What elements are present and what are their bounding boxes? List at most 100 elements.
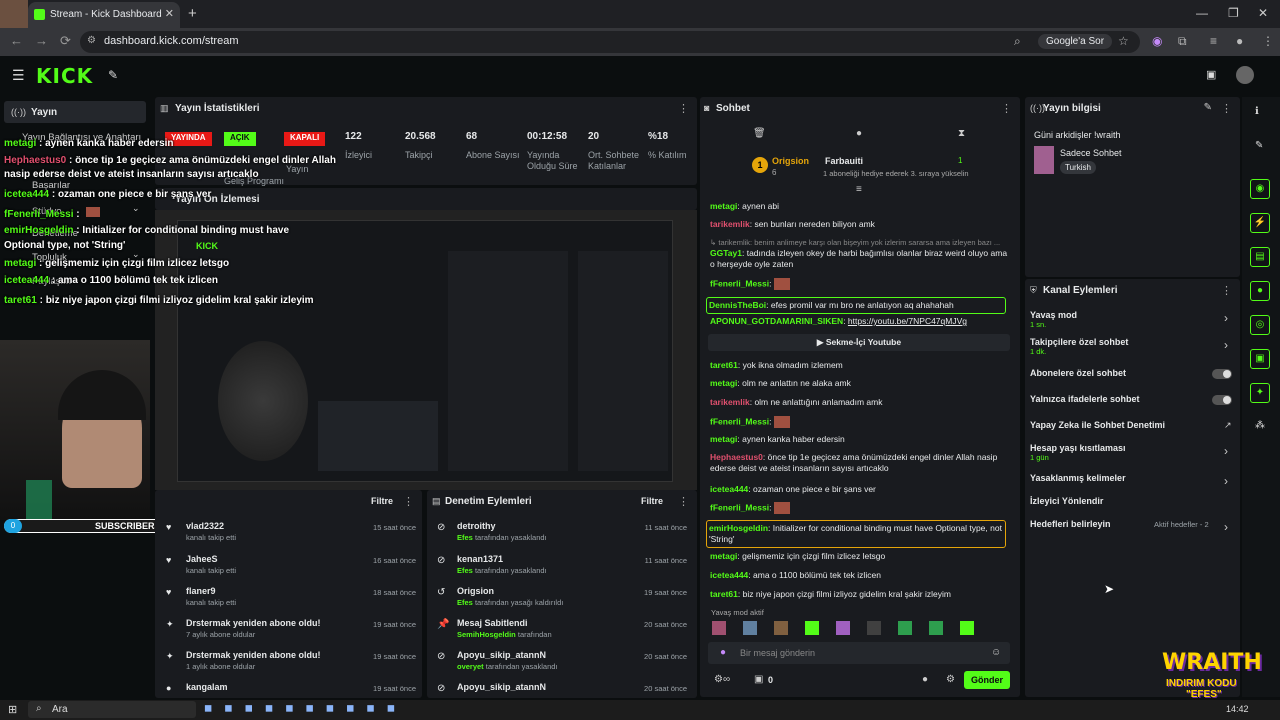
hourglass-icon[interactable]: ⧗ [958, 128, 965, 139]
send-button[interactable]: Gönder [964, 671, 1010, 689]
toggle-switch[interactable] [1212, 395, 1232, 405]
stat-label: Takipçi [405, 150, 433, 160]
toggle-switch[interactable] [1212, 369, 1232, 379]
rail-button-doc[interactable]: ▤ [1250, 247, 1270, 267]
stream-preview-video[interactable]: KICK [155, 210, 697, 490]
rail-button-chat[interactable]: ● [1250, 281, 1270, 301]
close-tab-icon[interactable]: ✕ [165, 7, 174, 20]
url-text[interactable]: dashboard.kick.com/stream [104, 35, 239, 47]
bookmark-star-icon[interactable]: ☆ [1118, 34, 1129, 48]
emote [86, 207, 101, 217]
rail-button-store[interactable]: ▣ [1250, 349, 1270, 369]
minimize-button[interactable]: — [1196, 6, 1208, 20]
gift-icon[interactable]: ▣ [754, 674, 763, 685]
chevron-down-icon[interactable]: ⌄ [132, 203, 140, 214]
tag-badge[interactable]: Turkish [1060, 161, 1096, 174]
hamburger-menu-icon[interactable]: ☰ [12, 67, 25, 84]
emote-row[interactable] [712, 621, 1012, 635]
zoom-icon[interactable]: ⌕ [1014, 34, 1021, 49]
more-options-icon[interactable]: ⋮ [403, 495, 414, 508]
channel-action-item[interactable]: Takipçilere özel sohbet 1 dk. [1030, 337, 1230, 356]
extension-icon[interactable]: ◉ [1152, 34, 1162, 48]
chat-text[interactable]: https://youtu.be/7NPC47qMJVg [848, 316, 967, 326]
filter-button[interactable]: Filtre [371, 496, 393, 506]
profile-icon[interactable]: ● [1236, 34, 1243, 48]
extensions-puzzle-icon[interactable]: ⧉ [1178, 34, 1187, 49]
moderation-item: ⊘ Apoyu_sikip_atannN overyet tarafından ya… [437, 650, 687, 680]
trash-icon[interactable]: 🗑 [753, 128, 766, 139]
chat-message: metagi: olm ne anlattın ne alaka amk [710, 378, 851, 388]
info-icon[interactable]: ℹ [1255, 106, 1259, 117]
filter-button[interactable]: Filtre [641, 496, 663, 506]
chat-bubble-icon[interactable]: ● [856, 128, 862, 139]
channel-action-item[interactable]: Yasaklanmış kelimeler [1030, 473, 1230, 483]
rail-button-wrench[interactable]: ✦ [1250, 383, 1270, 403]
active-goals-status: Aktif hedefler - 2 [1154, 520, 1209, 529]
browser-tab[interactable]: Stream - Kick Dashboard ✕ [28, 2, 180, 28]
moderation-name: kenan1371 [457, 554, 504, 564]
mic-icon[interactable]: ● [720, 647, 726, 658]
edit-pencil-icon[interactable]: ✎ [1204, 102, 1212, 113]
site-info-icon[interactable]: ⚙ [87, 35, 96, 46]
chevron-right-icon[interactable]: › [1224, 338, 1228, 352]
google-ask-button[interactable]: Google'a Sor [1038, 34, 1113, 49]
chat-title: Sohbet [716, 103, 750, 114]
taskbar-apps[interactable]: ◼◼◼◼◼◼◼◼◼◼ [204, 703, 407, 714]
moderation-sub: SemihHosgeldin tarafından [457, 630, 552, 639]
chat-message: icetea444: ozaman one piece e bir şans v… [710, 484, 876, 494]
restore-button[interactable]: ❐ [1228, 6, 1239, 20]
channel-action-item[interactable]: Yavaş mod 1 sn. [1030, 310, 1230, 329]
user-avatar[interactable] [1236, 66, 1254, 84]
moderator-name: Efes [457, 566, 473, 575]
category-name[interactable]: Sadece Sohbet [1060, 148, 1122, 158]
rank-one-icon: 1 [752, 157, 768, 173]
category-thumbnail [1034, 146, 1054, 174]
channel-action-item[interactable]: Yapay Zeka ile Sohbet Denetimi [1030, 420, 1230, 430]
overlay-chat-username: Hephaestus0 [4, 155, 67, 166]
kick-logo[interactable]: KICK [36, 64, 93, 88]
channel-action-item[interactable]: İzleyici Yönlendir [1030, 496, 1230, 506]
more-options-icon[interactable]: ⋮ [1001, 102, 1012, 115]
chat-text: aynen kanka haber edersin [742, 434, 845, 444]
chevron-right-icon[interactable]: › [1224, 444, 1228, 458]
browser-menu-icon[interactable]: ⋮ [1262, 34, 1274, 48]
more-options-icon[interactable]: ⋮ [1221, 102, 1232, 115]
info-title: Yayın bilgisi [1043, 103, 1101, 114]
chevron-right-icon[interactable]: › [1224, 311, 1228, 325]
rail-button-lightning[interactable]: ⚡ [1250, 213, 1270, 233]
chat-username: metagi [710, 434, 738, 444]
windows-start-icon[interactable]: ⊞ [8, 703, 17, 716]
close-window-button[interactable]: ✕ [1258, 6, 1268, 20]
channel-action-item[interactable]: Yalnızca ifadelerle sohbet [1030, 394, 1230, 404]
more-options-icon[interactable]: ⋮ [678, 102, 689, 115]
nav-buttons[interactable]: ←→⟳ [10, 33, 83, 49]
group-icon[interactable]: ⁂ [1255, 420, 1265, 431]
channel-action-name: Abonelere özel sohbet [1030, 368, 1127, 378]
channel-action-item[interactable]: Hesap yaşı kısıtlaması 1 gün [1030, 443, 1230, 462]
media-icon[interactable]: ≡ [1210, 34, 1217, 48]
heart-icon: ♥ [166, 587, 172, 597]
rail-button-camera[interactable]: ◉ [1250, 179, 1270, 199]
chevron-down-icon[interactable]: ≡ [856, 184, 862, 195]
chat-bubble-icon[interactable]: ● [922, 674, 928, 685]
external-link-icon[interactable]: ↗ [1224, 420, 1232, 431]
preview-header: Yayın Ön İzlemesi [155, 188, 697, 210]
rail-button-broadcast[interactable]: ◎ [1250, 315, 1270, 335]
pencil-icon[interactable]: ✎ [1255, 140, 1263, 151]
activity-item: ♥ vlad2322 kanalı takip etti 15 saat önce [166, 521, 416, 551]
url-field[interactable] [80, 31, 1140, 53]
chevron-right-icon[interactable]: › [1224, 520, 1228, 534]
studio-icon[interactable]: ▣ [1206, 68, 1216, 81]
youtube-tab-button[interactable]: ▶ Sekme-İçi Youtube [708, 334, 1010, 351]
channel-action-item[interactable]: Abonelere özel sohbet [1030, 368, 1230, 378]
gift-user-1: Origsion [772, 156, 810, 166]
settings-icon[interactable]: ⚙∞ [714, 674, 730, 685]
emoji-icon[interactable]: ☺ [991, 647, 1001, 658]
more-options-icon[interactable]: ⋮ [678, 495, 689, 508]
new-tab-button[interactable]: + [188, 5, 197, 22]
chat-username: taret61 [710, 360, 738, 370]
chevron-right-icon[interactable]: › [1224, 474, 1228, 488]
gear-icon[interactable]: ⚙ [946, 674, 955, 685]
more-options-icon[interactable]: ⋮ [1221, 284, 1232, 297]
pin-icon[interactable]: ✎ [108, 68, 118, 82]
